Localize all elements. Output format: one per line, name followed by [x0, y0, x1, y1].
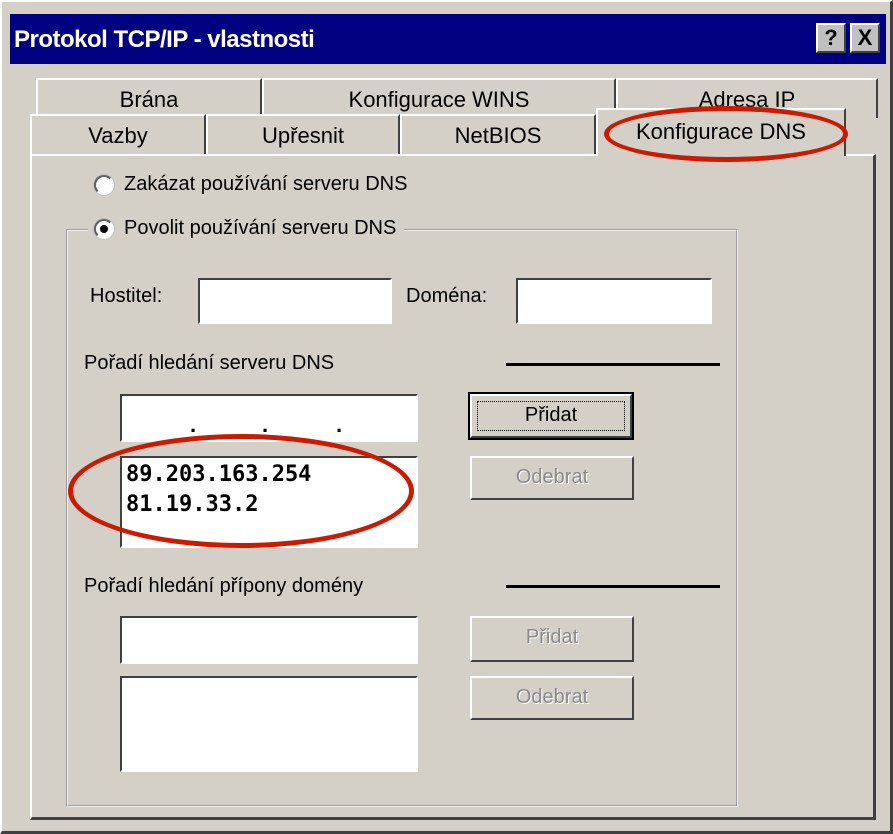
add-suffix-button[interactable]: Přidat — [470, 616, 634, 662]
add-dns-server-button[interactable]: Přidat — [468, 392, 634, 440]
domain-input[interactable] — [516, 278, 712, 324]
tab-upresnit[interactable]: Upřesnit — [206, 114, 400, 154]
tab-netbios[interactable]: NetBIOS — [400, 114, 596, 154]
help-button[interactable]: ? — [816, 23, 846, 53]
domain-label: Doména: — [406, 285, 488, 307]
disable-dns-radio[interactable] — [94, 174, 114, 195]
tab-vazby[interactable]: Vazby — [30, 114, 206, 154]
server-order-label: Pořadí hledání serveru DNS — [84, 352, 335, 374]
suffix-input[interactable] — [120, 616, 418, 664]
ip-octet-separator: . — [336, 412, 343, 437]
window-title: Protokol TCP/IP - vlastnosti — [14, 26, 315, 53]
enable-dns-label: Povolit používání serveru DNS — [124, 217, 397, 239]
enable-dns-option[interactable]: Povolit používání serveru DNS — [88, 217, 405, 240]
close-button[interactable]: X — [850, 23, 880, 53]
tab-brana[interactable]: Brána — [36, 78, 262, 118]
radio-selected-dot — [100, 224, 108, 233]
focus-rect — [477, 401, 625, 431]
dns-server-item[interactable]: 81.19.33.2 — [126, 490, 416, 520]
host-label: Hostitel: — [90, 285, 163, 307]
tab-konfigurace-dns[interactable]: Konfigurace DNS — [596, 108, 846, 156]
suffix-order-label: Pořadí hledání přípony domény — [84, 575, 364, 597]
suffix-order-divider — [506, 585, 720, 588]
ip-octet-separator: . — [190, 412, 197, 437]
dns-server-list[interactable]: 89.203.163.254 81.19.33.2 — [120, 456, 418, 548]
disable-dns-option[interactable]: Zakázat používání serveru DNS — [94, 173, 407, 196]
remove-dns-server-button[interactable]: Odebrat — [470, 456, 634, 500]
disable-dns-label: Zakázat používání serveru DNS — [124, 173, 408, 195]
dns-ip-input[interactable]: . . . — [120, 394, 418, 442]
tab-konfigurace-wins[interactable]: Konfigurace WINS — [262, 78, 616, 118]
suffix-list[interactable] — [120, 676, 418, 772]
enable-dns-radio[interactable] — [94, 218, 114, 239]
ip-octet-separator: . — [262, 412, 269, 437]
remove-suffix-button[interactable]: Odebrat — [470, 676, 634, 720]
titlebar: Protokol TCP/IP - vlastnosti ? X — [10, 14, 886, 64]
server-order-divider — [506, 363, 720, 366]
host-input[interactable] — [198, 278, 392, 324]
dns-server-item[interactable]: 89.203.163.254 — [126, 460, 416, 490]
